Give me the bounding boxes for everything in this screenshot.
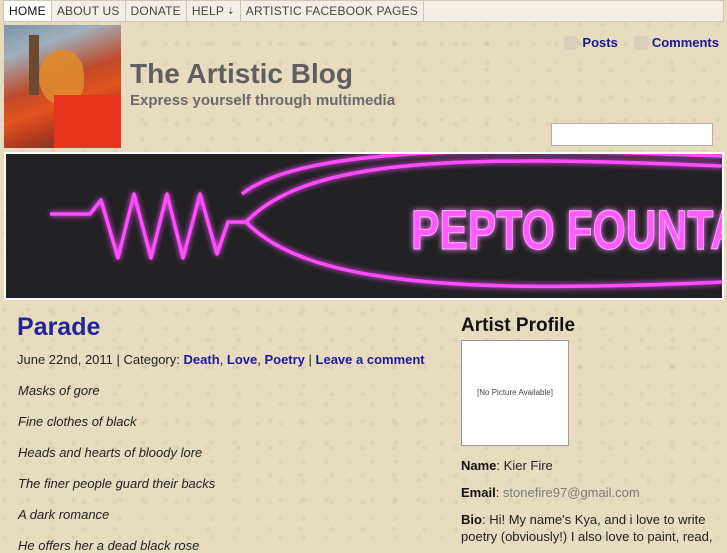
post-date: June 22nd, 2011 (17, 352, 113, 367)
email-value[interactable]: stonefire97@gmail.com (503, 485, 640, 500)
nav-about-label: ABOUT US (56, 4, 120, 18)
artwork-cloth (54, 95, 121, 148)
nav-help-label: HELP (191, 4, 225, 18)
neon-banner-image: PEPTO FOUNTA (6, 154, 722, 298)
profile-name: Name: Kier Fire (461, 458, 553, 473)
poem-line: The finer people guard their backs (18, 476, 216, 491)
neon-banner-svg: PEPTO FOUNTA (50, 154, 722, 289)
category-link-love[interactable]: Love (227, 352, 257, 367)
nav-home-label: HOME (9, 4, 46, 18)
rss-icon (633, 35, 648, 50)
poem-line: He offers her a dead black rose (18, 538, 200, 553)
category-link-death[interactable]: Death (184, 352, 220, 367)
poem-line: Fine clothes of black (18, 414, 137, 429)
nav-artistic-facebook-pages[interactable]: ARTISTIC FACEBOOK PAGES (241, 1, 424, 21)
feed-links: Posts Comments (564, 35, 719, 50)
site-tagline: Express yourself through multimedia (130, 92, 396, 109)
nav-facebook-label: ARTISTIC FACEBOOK PAGES (245, 4, 418, 18)
rss-icon (564, 35, 579, 50)
post-meta: June 22nd, 2011 | Category: Death, Love,… (17, 352, 425, 367)
name-label: Name (461, 458, 497, 473)
category-label: Category: (123, 352, 180, 367)
email-label: Email (461, 485, 496, 500)
comments-feed-link[interactable]: Comments (633, 35, 719, 50)
header-artwork-image (4, 25, 121, 148)
leave-comment-link[interactable]: Leave a comment (316, 352, 425, 367)
post-title[interactable]: Parade (17, 313, 100, 342)
profile-bio: Bio: Hi! My name's Kya, and i love to wr… (461, 512, 713, 544)
nav-donate[interactable]: DONATE (126, 1, 187, 21)
comments-feed-label: Comments (651, 35, 719, 50)
artwork-tower (29, 35, 39, 95)
name-value: Kier Fire (503, 458, 553, 473)
posts-feed-link[interactable]: Posts (564, 35, 618, 50)
nav-help[interactable]: HELP ⇣ (187, 1, 241, 21)
search-input[interactable] (551, 123, 713, 146)
double-chevron-down-icon: ⇣ (227, 5, 235, 16)
artist-profile-heading: Artist Profile (461, 315, 576, 336)
top-nav: HOME ABOUT US DONATE HELP ⇣ ARTISTIC FACE… (3, 0, 724, 22)
bio-value: Hi! My name's Kya, and i love to write p… (461, 512, 713, 544)
category-link-poetry[interactable]: Poetry (264, 352, 304, 367)
neon-banner-text: PEPTO FOUNTA (411, 198, 722, 261)
avatar: [No Picture Available] (461, 340, 569, 446)
poem-line: Heads and hearts of bloody lore (18, 445, 203, 460)
profile-email: Email: stonefire97@gmail.com (461, 485, 640, 500)
nav-donate-label: DONATE (130, 4, 181, 18)
nav-about-us[interactable]: ABOUT US (52, 1, 126, 21)
poem-line: Masks of gore (18, 383, 100, 398)
avatar-placeholder-text: [No Picture Available] (477, 388, 553, 397)
poem-line: A dark romance (18, 507, 110, 522)
header-banner: PEPTO FOUNTA (4, 152, 724, 300)
bio-label: Bio (461, 512, 482, 527)
posts-feed-label: Posts (582, 35, 618, 50)
nav-home[interactable]: HOME (4, 1, 52, 21)
site-title[interactable]: The Artistic Blog (130, 58, 353, 90)
